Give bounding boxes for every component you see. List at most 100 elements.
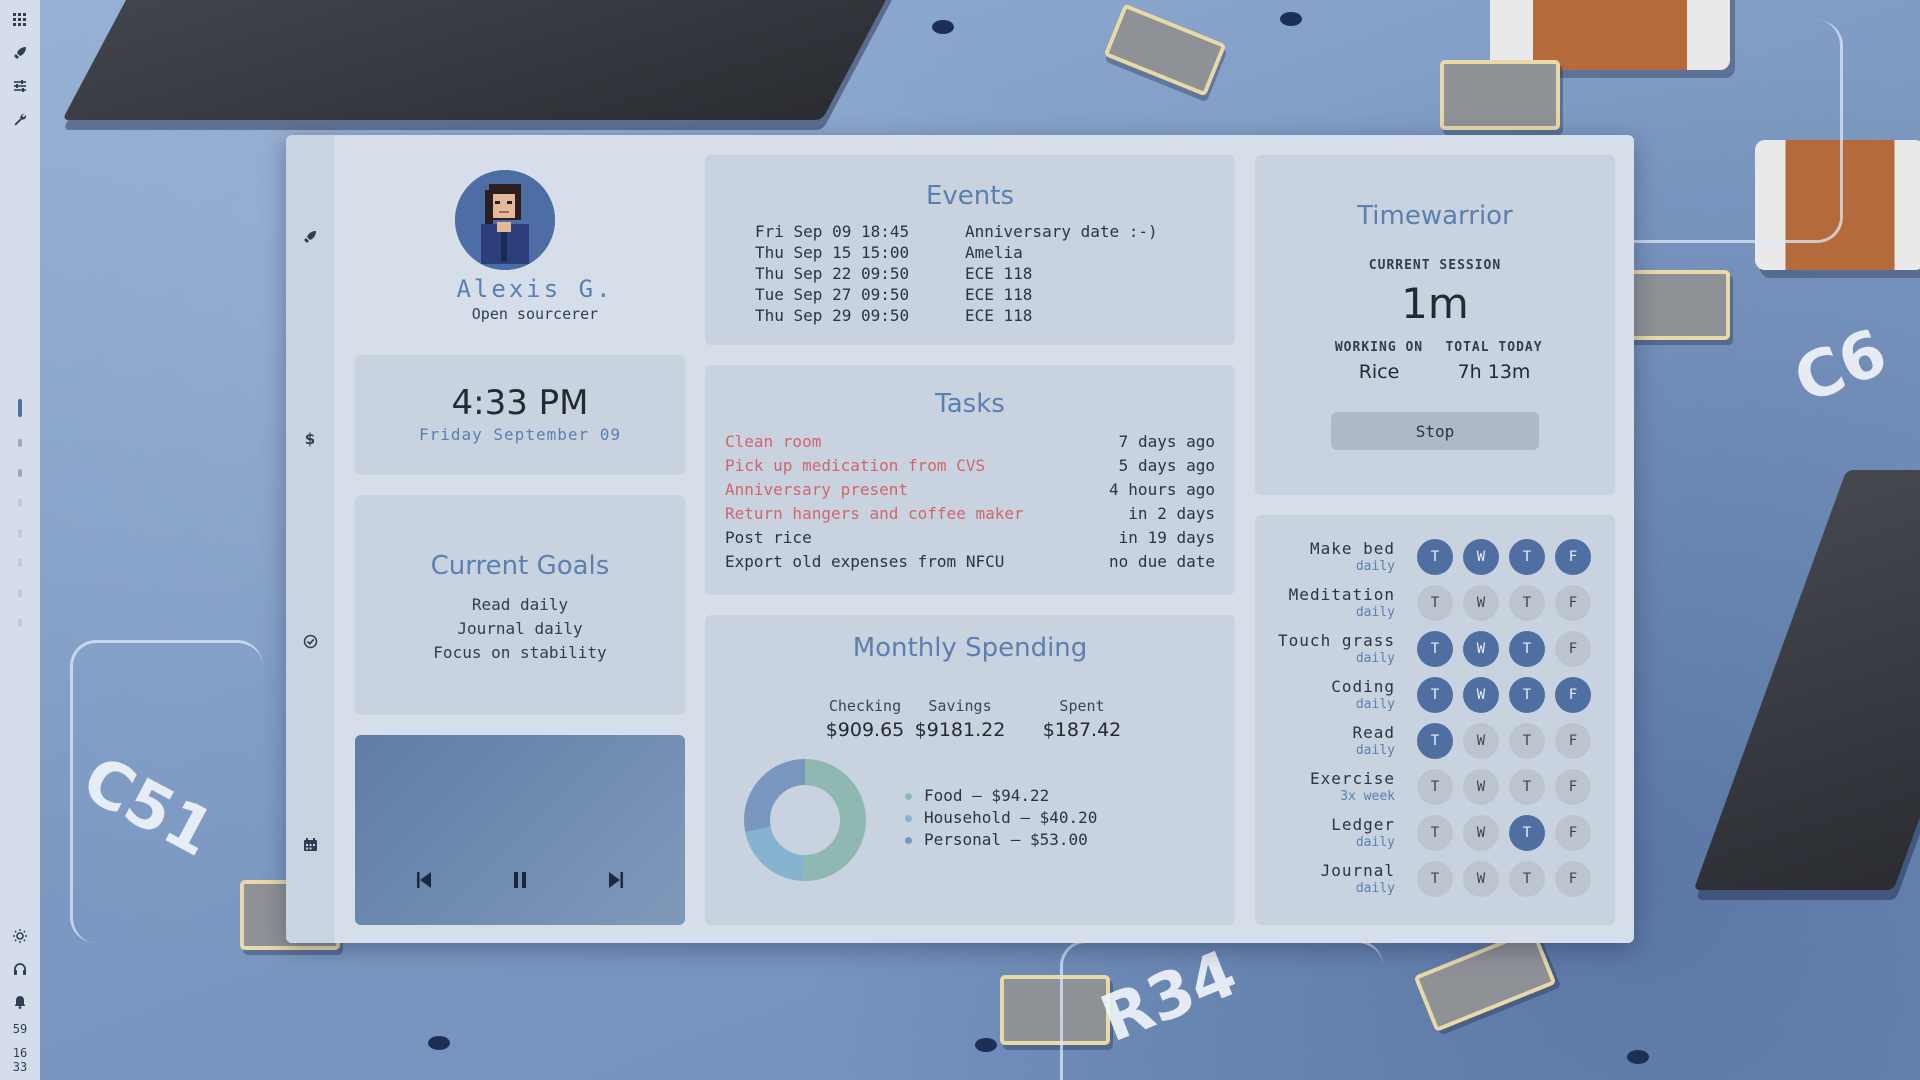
stop-button[interactable]: Stop (1331, 412, 1539, 450)
bell-icon[interactable] (10, 992, 30, 1012)
total-today-label: TOTAL TODAY (1445, 340, 1543, 355)
habit-day-toggle[interactable]: T (1509, 815, 1545, 851)
habit-day-toggle[interactable]: F (1555, 769, 1591, 805)
habit-day-toggle[interactable]: W (1463, 769, 1499, 805)
account-label: Savings (928, 697, 992, 715)
system-bar: 59 16 33 (0, 0, 40, 1080)
task-row[interactable]: Return hangers and coffee maker in 2 days (725, 504, 1215, 523)
previous-track-button[interactable] (411, 867, 437, 893)
habit-row: Touch grass daily T W T F (1255, 631, 1615, 677)
habit-day-toggle[interactable]: T (1509, 769, 1545, 805)
rocket-icon[interactable] (300, 227, 320, 247)
event-row[interactable]: Thu Sep 29 09:50 ECE 118 (755, 306, 1032, 325)
pcb-via (428, 1036, 450, 1050)
habit-row: Journal daily T W T F (1255, 861, 1615, 907)
spending-title: Monthly Spending (852, 633, 1088, 663)
habit-day-toggle[interactable]: F (1555, 585, 1591, 621)
habit-day-toggle[interactable]: T (1417, 769, 1453, 805)
habit-day-toggle[interactable]: T (1417, 723, 1453, 759)
task-name: Pick up medication from CVS (725, 456, 986, 475)
event-row[interactable]: Thu Sep 15 15:00 Amelia (755, 243, 1023, 262)
workspace-indicator-2[interactable] (18, 439, 22, 447)
battery-level: 59 (12, 1022, 28, 1036)
habit-day-toggle[interactable]: T (1509, 677, 1545, 713)
task-row[interactable]: Post rice in 19 days (725, 528, 1215, 547)
check-circle-icon[interactable] (300, 631, 320, 651)
habit-day-toggle[interactable]: W (1463, 723, 1499, 759)
calendar-icon[interactable] (300, 834, 320, 854)
event-name: ECE 118 (965, 264, 1033, 283)
habit-day-toggle[interactable]: W (1463, 539, 1499, 575)
task-due: 7 days ago (1118, 432, 1215, 451)
task-row[interactable]: Pick up medication from CVS 5 days ago (725, 456, 1215, 475)
habit-day-toggle[interactable]: W (1463, 585, 1499, 621)
habit-day-toggle[interactable]: T (1509, 585, 1545, 621)
habit-day-toggle[interactable]: T (1417, 631, 1453, 667)
total-today-value: 7h 13m (1457, 361, 1531, 383)
habit-day-toggle[interactable]: T (1509, 631, 1545, 667)
habit-day-toggle[interactable]: F (1555, 631, 1591, 667)
next-track-button[interactable] (603, 867, 629, 893)
habit-day-toggle[interactable]: F (1555, 539, 1591, 575)
event-row[interactable]: Tue Sep 27 09:50 ECE 118 (755, 285, 1032, 304)
avatar[interactable] (455, 170, 555, 270)
habit-day-toggle[interactable]: F (1555, 861, 1591, 897)
habit-day-toggle[interactable]: W (1463, 815, 1499, 851)
workspace-indicator-6[interactable] (18, 559, 22, 567)
dashboard-side-rail: $ (286, 135, 334, 943)
legend-label: Personal — $53.00 (924, 830, 1088, 849)
habit-day-toggle[interactable]: W (1463, 631, 1499, 667)
habit-day-toggle[interactable]: T (1509, 539, 1545, 575)
habit-day-toggle[interactable]: F (1555, 815, 1591, 851)
workspace-indicator-8[interactable] (18, 619, 22, 627)
habit-day-toggle[interactable]: T (1417, 677, 1453, 713)
workspace-indicator-5[interactable] (18, 529, 22, 537)
habit-day-toggle[interactable]: T (1417, 815, 1453, 851)
legend-label: Food — $94.22 (924, 786, 1050, 805)
spending-card: Monthly Spending Checking $909.65 Saving… (705, 615, 1235, 925)
session-duration: 1m (1401, 279, 1469, 328)
sliders-icon[interactable] (10, 76, 30, 96)
spending-donut-chart (744, 759, 866, 881)
task-name: Clean room (725, 432, 822, 451)
events-title: Events (925, 181, 1015, 211)
account-value: $187.42 (1042, 719, 1122, 741)
savings-balance: Savings $9181.22 (910, 697, 1010, 741)
habit-day-toggle[interactable]: W (1463, 677, 1499, 713)
habit-frequency: 3x week (1340, 789, 1395, 804)
habit-day-toggle[interactable]: T (1509, 723, 1545, 759)
workspace-indicator-3[interactable] (18, 469, 22, 477)
event-row[interactable]: Fri Sep 09 18:45 Anniversary date :-) (755, 222, 1158, 241)
grid-icon[interactable] (10, 10, 30, 30)
habit-day-toggle[interactable]: W (1463, 861, 1499, 897)
habit-day-toggle[interactable]: T (1417, 861, 1453, 897)
workspace-indicator-4[interactable] (18, 499, 22, 507)
event-row[interactable]: Thu Sep 22 09:50 ECE 118 (755, 264, 1032, 283)
workspace-indicator-7[interactable] (18, 589, 22, 597)
habit-day-toggle[interactable]: F (1555, 723, 1591, 759)
headphones-icon[interactable] (10, 959, 30, 979)
habit-day-toggle[interactable]: T (1417, 539, 1453, 575)
profile-section: Alexis G. Open sourcerer (355, 135, 655, 335)
task-row[interactable]: Anniversary present 4 hours ago (725, 480, 1215, 499)
habit-row: Ledger daily T W T F (1255, 815, 1615, 861)
task-due: 5 days ago (1118, 456, 1215, 475)
task-row[interactable]: Export old expenses from NFCU no due date (725, 552, 1215, 571)
spent-total: Spent $187.42 (1032, 697, 1132, 741)
account-value: $909.65 (825, 719, 905, 741)
pause-button[interactable] (507, 867, 533, 893)
workspace-indicator-1[interactable] (18, 399, 22, 417)
habit-day-toggle[interactable]: T (1417, 585, 1453, 621)
wrench-icon[interactable] (10, 109, 30, 129)
brightness-icon[interactable] (10, 926, 30, 946)
task-name: Anniversary present (725, 480, 909, 499)
habit-day-toggle[interactable]: F (1555, 677, 1591, 713)
task-row[interactable]: Clean room 7 days ago (725, 432, 1215, 451)
habit-name: Exercise (1309, 769, 1395, 788)
rocket-icon[interactable] (10, 43, 30, 63)
tasks-title: Tasks (935, 389, 1005, 419)
habit-day-toggle[interactable]: T (1509, 861, 1545, 897)
habit-frequency: daily (1355, 835, 1395, 850)
dollar-icon[interactable]: $ (300, 429, 320, 449)
spending-legend: Food — $94.22 Household — $40.20 Persona… (905, 785, 1097, 851)
